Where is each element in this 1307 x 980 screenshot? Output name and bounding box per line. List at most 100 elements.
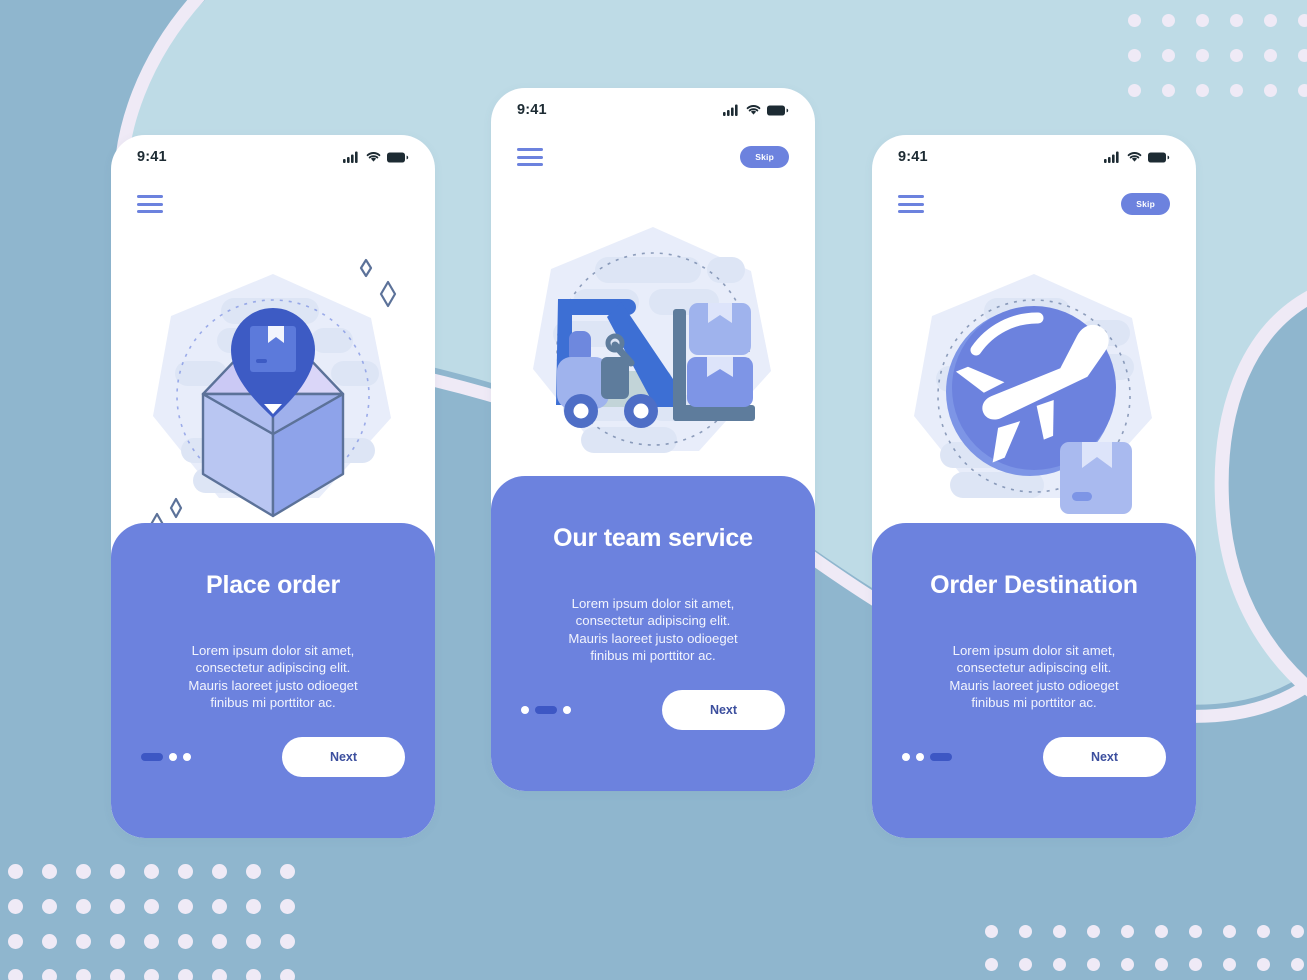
skip-button[interactable]: Skip <box>740 146 789 168</box>
decorative-dot <box>1121 958 1134 971</box>
description-line: Mauris laoreet justo odioeget <box>949 677 1119 693</box>
dot-grid-bottom-right <box>985 925 1307 980</box>
decorative-dot <box>8 899 23 914</box>
decorative-dot <box>1257 925 1270 938</box>
status-icons <box>1104 151 1170 163</box>
wifi-icon <box>1127 152 1142 162</box>
pagination-dot-2[interactable] <box>916 753 924 761</box>
dot-grid-bottom-left <box>8 864 314 980</box>
description-line: Mauris laoreet justo odioeget <box>568 630 738 646</box>
decorative-dot <box>76 969 91 980</box>
decorative-dot <box>42 899 57 914</box>
decorative-dot <box>1019 958 1032 971</box>
decorative-dot <box>76 899 91 914</box>
decorative-dot <box>1257 958 1270 971</box>
fork-blade <box>673 405 755 421</box>
hamburger-menu-icon[interactable] <box>137 195 163 213</box>
pagination-dot-2[interactable] <box>169 753 177 761</box>
page-title: Place order <box>206 571 340 599</box>
decorative-dot <box>42 934 57 949</box>
decorative-dot <box>1189 958 1202 971</box>
pagination-dot-3[interactable] <box>563 706 571 714</box>
decorative-dot <box>144 934 159 949</box>
panel-footer: Next <box>111 737 435 777</box>
decorative-dot <box>280 969 295 980</box>
next-button[interactable]: Next <box>1043 737 1166 777</box>
dot-grid-top-right <box>1128 14 1307 119</box>
decorative-dot <box>1298 84 1307 97</box>
status-bar: 9:41 <box>872 135 1196 179</box>
decorative-dot <box>42 864 57 879</box>
decorative-dot <box>1196 49 1209 62</box>
content-panel: Our team service Lorem ipsum dolor sit a… <box>491 476 815 791</box>
pagination-dot-3[interactable] <box>930 753 952 761</box>
decorative-dot <box>280 899 295 914</box>
content-panel: Place order Lorem ipsum dolor sit amet, … <box>111 523 435 838</box>
decorative-dot <box>212 899 227 914</box>
description-line: finibus mi porttitor ac. <box>971 695 1097 711</box>
decorative-dot <box>1230 84 1243 97</box>
decorative-dot <box>1155 958 1168 971</box>
pagination-dot-2[interactable] <box>535 706 557 714</box>
description-line: finibus mi porttitor ac. <box>210 695 336 711</box>
phone-screen-our-team-service: 9:41 Skip Our team service Lorem ipsum d… <box>491 88 815 791</box>
decorative-dot <box>280 934 295 949</box>
decorative-dot <box>1162 49 1175 62</box>
status-icons <box>343 151 409 163</box>
decorative-dot <box>144 864 159 879</box>
decorative-dot <box>1128 14 1141 27</box>
decorative-dot <box>1223 925 1236 938</box>
status-time: 9:41 <box>517 102 547 118</box>
description-line: consectetur adipiscing elit. <box>195 660 351 676</box>
phone-screen-order-destination: 9:41 Skip Order Destination Lorem ipsum … <box>872 135 1196 838</box>
decorative-dot <box>1196 14 1209 27</box>
description-line: consectetur adipiscing elit. <box>956 660 1112 676</box>
decorative-dot <box>212 864 227 879</box>
page-title: Order Destination <box>930 571 1138 599</box>
decorative-dot <box>1223 958 1236 971</box>
decorative-dot <box>246 864 261 879</box>
decorative-dot <box>76 864 91 879</box>
status-bar: 9:41 <box>111 135 435 179</box>
pagination-dot-1[interactable] <box>141 753 163 761</box>
decorative-dot <box>1291 925 1304 938</box>
decorative-dot <box>985 925 998 938</box>
pagination-dots[interactable] <box>902 753 952 761</box>
next-button[interactable]: Next <box>282 737 405 777</box>
decorative-dot <box>42 969 57 980</box>
decorative-dot <box>1298 14 1307 27</box>
pagination-dots[interactable] <box>141 753 191 761</box>
description-line: Lorem ipsum dolor sit amet, <box>191 643 355 658</box>
decorative-dot <box>246 969 261 980</box>
page-description: Lorem ipsum dolor sit amet, consectetur … <box>513 553 793 665</box>
decorative-dot <box>212 969 227 980</box>
decorative-dot <box>1053 925 1066 938</box>
decorative-dot <box>212 934 227 949</box>
status-time: 9:41 <box>898 149 928 165</box>
page-description: Lorem ipsum dolor sit amet, consectetur … <box>894 600 1174 712</box>
next-button[interactable]: Next <box>662 690 785 730</box>
hamburger-menu-icon[interactable] <box>517 148 543 166</box>
pagination-dot-1[interactable] <box>521 706 529 714</box>
decorative-dot <box>246 934 261 949</box>
signal-icon <box>1104 151 1119 163</box>
pagination-dot-3[interactable] <box>183 753 191 761</box>
decorative-dot <box>1189 925 1202 938</box>
wifi-icon <box>746 105 761 115</box>
description-line: consectetur adipiscing elit. <box>575 613 731 629</box>
panel-footer: Next <box>491 690 815 730</box>
pagination-dot-1[interactable] <box>902 753 910 761</box>
decorative-dot <box>1264 84 1277 97</box>
decorative-dot <box>1162 14 1175 27</box>
skip-button[interactable]: Skip <box>1121 193 1170 215</box>
wifi-icon <box>366 152 381 162</box>
decorative-dot <box>110 864 125 879</box>
decorative-dot <box>1128 84 1141 97</box>
onboarding-screens-mockup: 9:41 Place order Lorem ipsum dolor sit a… <box>0 0 1307 980</box>
hamburger-menu-icon[interactable] <box>898 195 924 213</box>
pagination-dots[interactable] <box>521 706 571 714</box>
panel-footer: Next <box>872 737 1196 777</box>
decorative-dot <box>8 864 23 879</box>
open-box-with-location-pin-illustration <box>111 231 435 561</box>
decorative-dot <box>1230 49 1243 62</box>
